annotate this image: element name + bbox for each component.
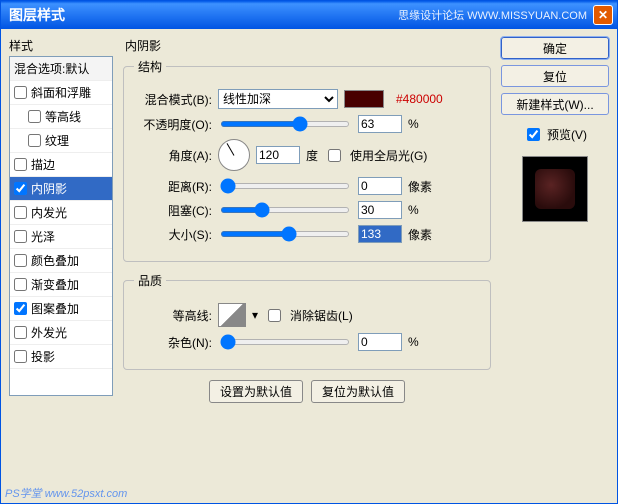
choke-label: 阻塞(C): bbox=[134, 202, 212, 219]
distance-label: 距离(R): bbox=[134, 178, 212, 195]
color-swatch[interactable] bbox=[344, 90, 384, 108]
style-item-label: 光泽 bbox=[31, 228, 55, 245]
style-item-label: 斜面和浮雕 bbox=[31, 84, 91, 101]
style-item-label: 投影 bbox=[31, 348, 55, 365]
styles-label: 样式 bbox=[9, 37, 113, 54]
antialias-checkbox[interactable] bbox=[268, 309, 281, 322]
noise-unit: % bbox=[408, 335, 419, 349]
style-item[interactable]: 颜色叠加 bbox=[10, 249, 112, 273]
style-item[interactable]: 描边 bbox=[10, 153, 112, 177]
style-item[interactable]: 外发光 bbox=[10, 321, 112, 345]
styles-list: 混合选项:默认 斜面和浮雕等高线纹理描边内阴影内发光光泽颜色叠加渐变叠加图案叠加… bbox=[9, 56, 113, 396]
style-checkbox[interactable] bbox=[14, 302, 27, 315]
size-unit: 像素 bbox=[408, 226, 432, 243]
style-item[interactable]: 投影 bbox=[10, 345, 112, 369]
preview-label: 预览(V) bbox=[547, 126, 587, 143]
structure-group: 结构 混合模式(B): 线性加深 #480000 不透明度(O): % bbox=[123, 58, 491, 262]
style-item-label: 图案叠加 bbox=[31, 300, 79, 317]
choke-slider[interactable] bbox=[220, 207, 350, 213]
style-item[interactable]: 等高线 bbox=[10, 105, 112, 129]
distance-unit: 像素 bbox=[408, 178, 432, 195]
style-item[interactable]: 内阴影 bbox=[10, 177, 112, 201]
brand-text: 思缘设计论坛 WWW.MISSYUAN.COM bbox=[398, 7, 587, 23]
global-light-label: 使用全局光(G) bbox=[350, 147, 427, 164]
style-item-label: 外发光 bbox=[31, 324, 67, 341]
style-item-label: 颜色叠加 bbox=[31, 252, 79, 269]
style-item-label: 描边 bbox=[31, 156, 55, 173]
effect-panel: 内阴影 结构 混合模式(B): 线性加深 #480000 不透明度(O): % bbox=[119, 37, 495, 475]
angle-dial[interactable] bbox=[218, 139, 250, 171]
style-checkbox[interactable] bbox=[14, 278, 27, 291]
choke-unit: % bbox=[408, 203, 419, 217]
angle-input[interactable] bbox=[256, 146, 300, 164]
reset-default-button[interactable]: 复位为默认值 bbox=[311, 380, 405, 403]
distance-slider[interactable] bbox=[220, 183, 350, 189]
style-item[interactable]: 光泽 bbox=[10, 225, 112, 249]
opacity-label: 不透明度(O): bbox=[134, 116, 212, 133]
color-hex: #480000 bbox=[396, 92, 443, 106]
noise-slider[interactable] bbox=[220, 339, 350, 345]
blend-mode-select[interactable]: 线性加深 bbox=[218, 89, 338, 109]
blend-mode-label: 混合模式(B): bbox=[134, 91, 212, 108]
angle-label: 角度(A): bbox=[134, 147, 212, 164]
style-checkbox[interactable] bbox=[14, 230, 27, 243]
dialog-content: 样式 混合选项:默认 斜面和浮雕等高线纹理描边内阴影内发光光泽颜色叠加渐变叠加图… bbox=[1, 29, 617, 483]
cancel-button[interactable]: 复位 bbox=[501, 65, 609, 87]
contour-picker[interactable] bbox=[218, 303, 246, 327]
make-default-button[interactable]: 设置为默认值 bbox=[209, 380, 303, 403]
styles-panel: 样式 混合选项:默认 斜面和浮雕等高线纹理描边内阴影内发光光泽颜色叠加渐变叠加图… bbox=[9, 37, 113, 475]
style-checkbox[interactable] bbox=[14, 350, 27, 363]
style-checkbox[interactable] bbox=[14, 182, 27, 195]
opacity-slider[interactable] bbox=[220, 121, 350, 127]
size-slider[interactable] bbox=[220, 231, 350, 237]
new-style-button[interactable]: 新建样式(W)... bbox=[501, 93, 609, 115]
distance-input[interactable] bbox=[358, 177, 402, 195]
blend-options-item[interactable]: 混合选项:默认 bbox=[10, 57, 112, 81]
watermark: PS学堂 www.52psxt.com bbox=[5, 485, 127, 501]
action-panel: 确定 复位 新建样式(W)... 预览(V) bbox=[501, 37, 609, 475]
structure-legend: 结构 bbox=[134, 58, 166, 75]
close-button[interactable]: ✕ bbox=[593, 5, 613, 25]
layer-style-dialog: 图层样式 思缘设计论坛 WWW.MISSYUAN.COM ✕ 样式 混合选项:默… bbox=[0, 0, 618, 504]
titlebar: 图层样式 思缘设计论坛 WWW.MISSYUAN.COM ✕ bbox=[1, 1, 617, 29]
quality-legend: 品质 bbox=[134, 272, 166, 289]
preview-thumbnail bbox=[522, 156, 588, 222]
style-item-label: 内阴影 bbox=[31, 180, 67, 197]
noise-input[interactable] bbox=[358, 333, 402, 351]
blend-options-label: 混合选项:默认 bbox=[14, 60, 89, 77]
style-item-label: 渐变叠加 bbox=[31, 276, 79, 293]
choke-input[interactable] bbox=[358, 201, 402, 219]
noise-label: 杂色(N): bbox=[134, 334, 212, 351]
size-input[interactable] bbox=[358, 225, 402, 243]
style-checkbox[interactable] bbox=[14, 158, 27, 171]
angle-unit: 度 bbox=[306, 147, 318, 164]
style-checkbox[interactable] bbox=[28, 134, 41, 147]
preview-checkbox[interactable] bbox=[527, 128, 540, 141]
style-item[interactable]: 内发光 bbox=[10, 201, 112, 225]
style-item-label: 等高线 bbox=[45, 108, 81, 125]
window-title: 图层样式 bbox=[9, 5, 398, 25]
style-checkbox[interactable] bbox=[14, 326, 27, 339]
contour-label: 等高线: bbox=[134, 307, 212, 324]
global-light-checkbox[interactable] bbox=[328, 149, 341, 162]
opacity-input[interactable] bbox=[358, 115, 402, 133]
opacity-unit: % bbox=[408, 117, 419, 131]
effect-title: 内阴影 bbox=[123, 37, 491, 54]
style-checkbox[interactable] bbox=[28, 110, 41, 123]
style-item[interactable]: 斜面和浮雕 bbox=[10, 81, 112, 105]
antialias-label: 消除锯齿(L) bbox=[290, 307, 353, 324]
ok-button[interactable]: 确定 bbox=[501, 37, 609, 59]
size-label: 大小(S): bbox=[134, 226, 212, 243]
style-checkbox[interactable] bbox=[14, 206, 27, 219]
style-item[interactable]: 渐变叠加 bbox=[10, 273, 112, 297]
style-item-label: 纹理 bbox=[45, 132, 69, 149]
style-checkbox[interactable] bbox=[14, 254, 27, 267]
chevron-down-icon[interactable]: ▾ bbox=[252, 308, 258, 322]
style-item[interactable]: 纹理 bbox=[10, 129, 112, 153]
quality-group: 品质 等高线: ▾ 消除锯齿(L) 杂色(N): % bbox=[123, 272, 491, 370]
style-item-label: 内发光 bbox=[31, 204, 67, 221]
style-checkbox[interactable] bbox=[14, 86, 27, 99]
style-item[interactable]: 图案叠加 bbox=[10, 297, 112, 321]
